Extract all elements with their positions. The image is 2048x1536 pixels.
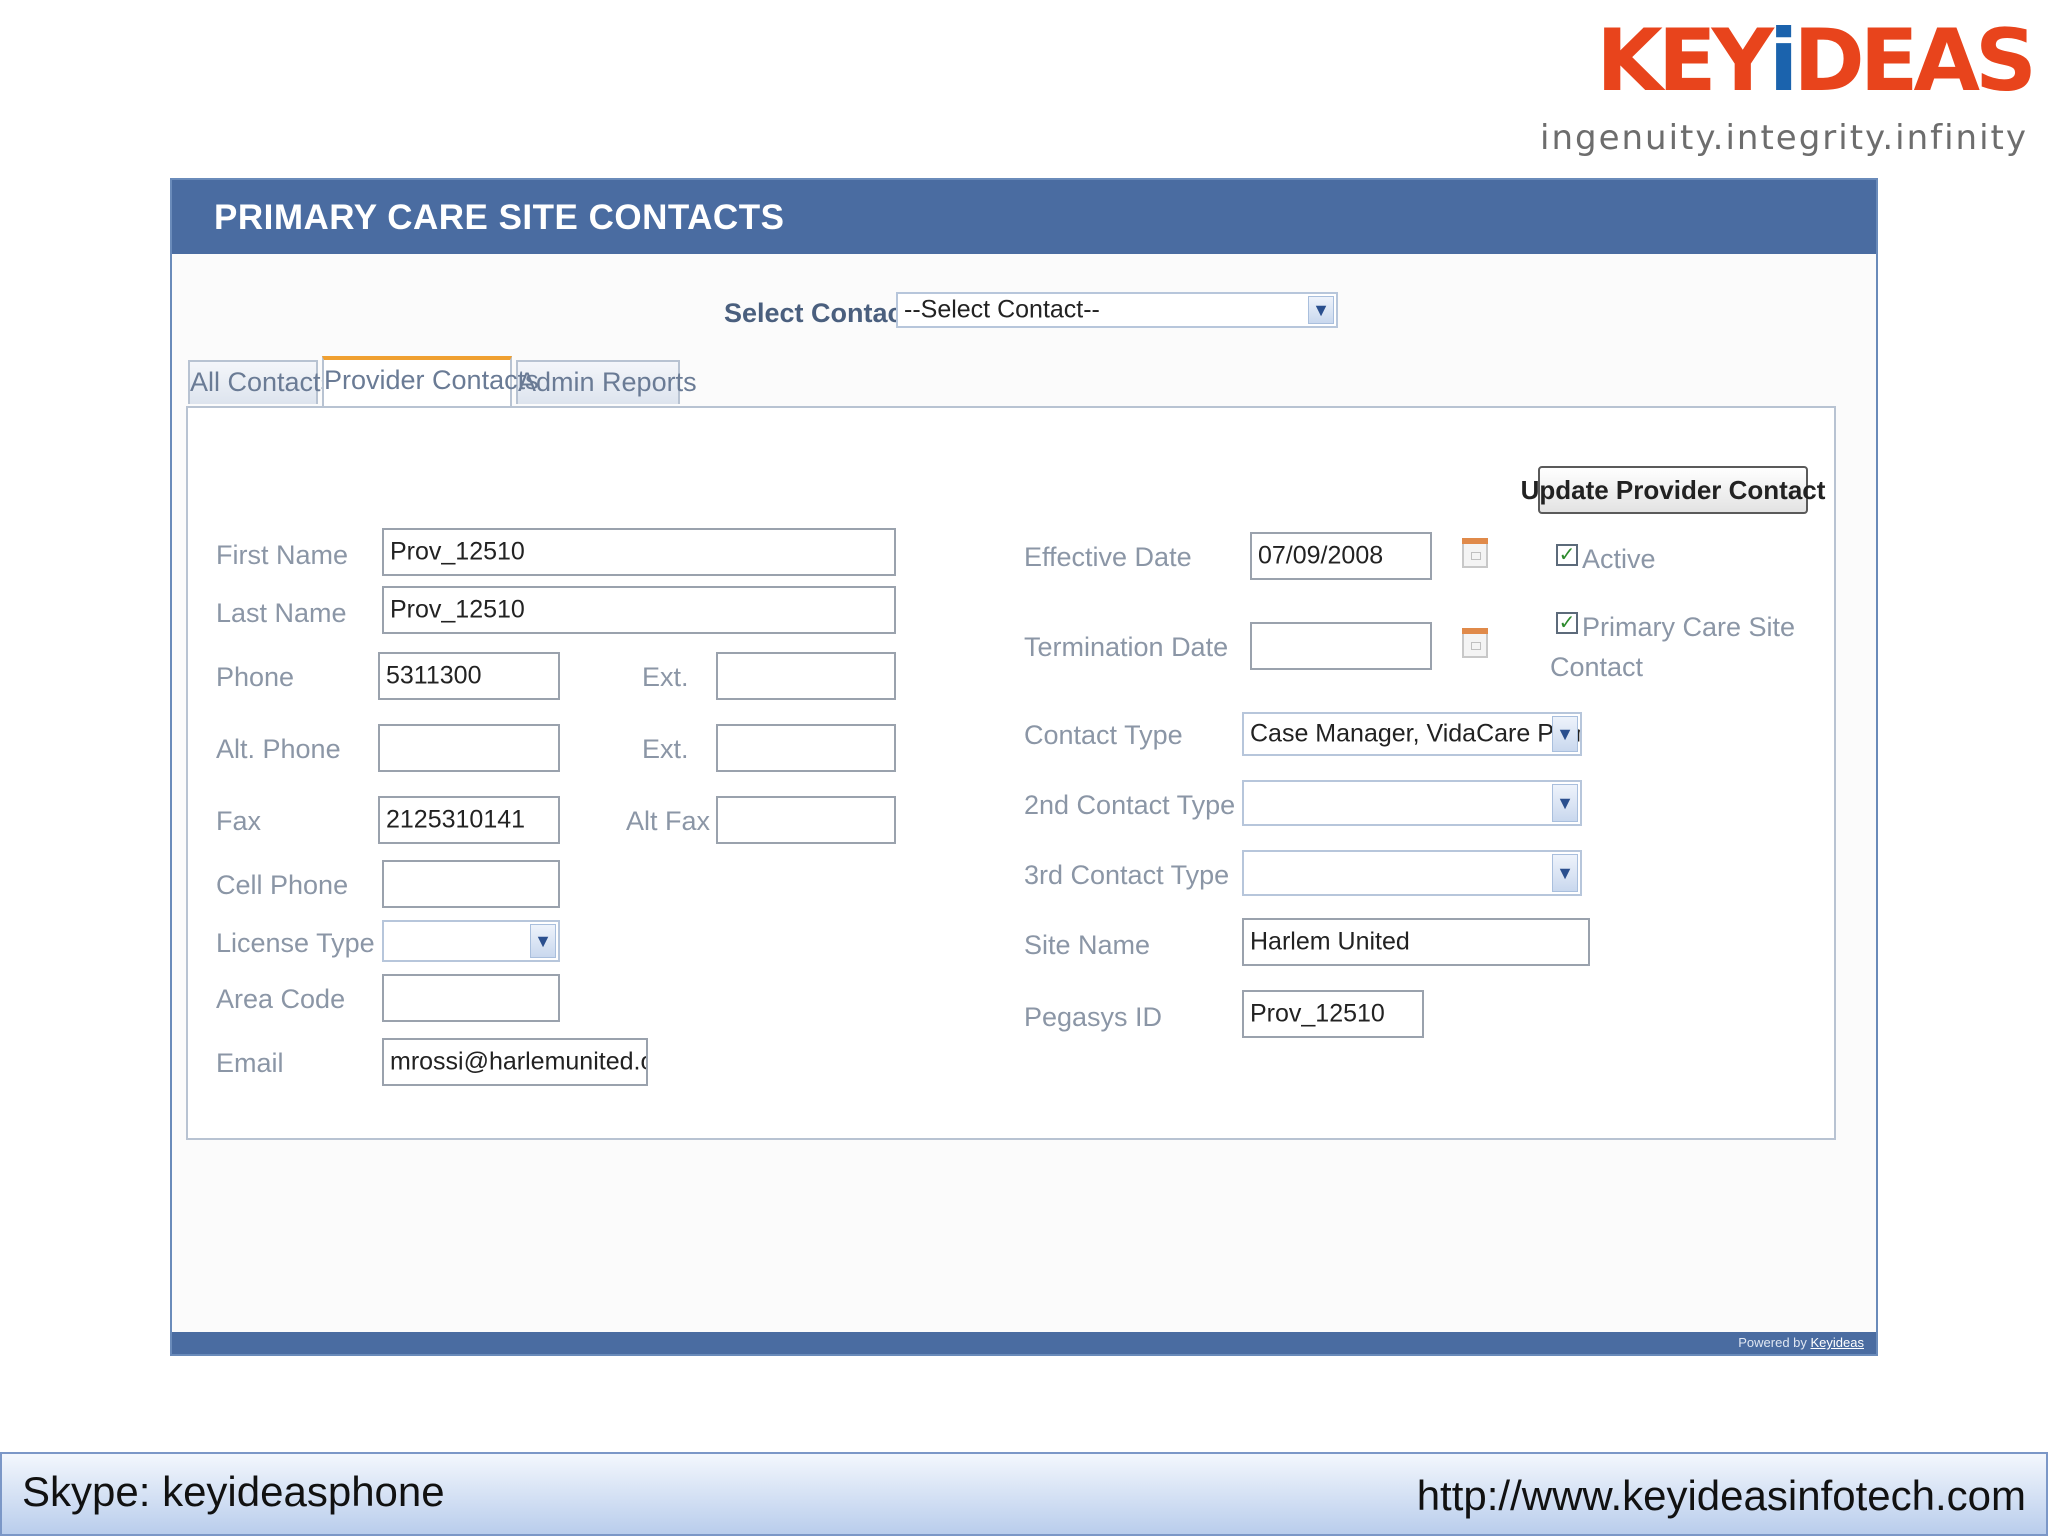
contact-type-dropdown[interactable]: Case Manager, VidaCare Primary ▼ — [1242, 712, 1582, 756]
provider-contacts-panel — [186, 406, 1836, 1140]
license-type-dropdown[interactable]: ▼ — [382, 920, 560, 962]
contact-type-3-label: 3rd Contact Type — [1024, 860, 1230, 890]
select-contact-dropdown[interactable]: --Select Contact-- ▼ — [896, 292, 1338, 328]
primary-care-site-contact-label: Primary Care Site — [1582, 612, 1796, 642]
pegasys-id-label: Pegasys ID — [1024, 1002, 1163, 1032]
skype-contact: Skype: keyideasphone — [22, 1468, 445, 1515]
site-name-label: Site Name — [1024, 930, 1151, 960]
area-code-label: Area Code — [216, 984, 346, 1014]
phone-input[interactable]: 5311300 — [378, 652, 560, 700]
alt-phone-ext-label: Ext. — [642, 734, 689, 764]
contact-type-label: Contact Type — [1024, 720, 1183, 750]
primary-care-site-contact-label-line2: Contact — [1550, 652, 1644, 682]
active-label: Active — [1582, 544, 1656, 574]
window-footer: Powered by Keyideas — [172, 1332, 1876, 1354]
logo-wordmark: KEYiDEAS — [1596, 11, 2037, 111]
chevron-down-icon[interactable]: ▼ — [530, 924, 556, 958]
contact-type-2-label: 2nd Contact Type — [1024, 790, 1236, 820]
chevron-down-icon[interactable]: ▼ — [1552, 784, 1578, 822]
tab-provider-contacts[interactable]: Provider Contacts — [322, 356, 539, 406]
fax-input[interactable]: 2125310141 — [378, 796, 560, 844]
page-title: PRIMARY CARE SITE CONTACTS — [214, 198, 785, 237]
tab-admin-reports[interactable]: Admin Reports — [516, 360, 697, 404]
tab-all-contacts[interactable]: All Contacts — [188, 360, 334, 404]
license-type-label: License Type — [216, 928, 375, 958]
phone-ext-input[interactable] — [716, 652, 896, 700]
calendar-icon[interactable] — [1462, 628, 1488, 658]
area-code-input[interactable] — [382, 974, 560, 1022]
alt-phone-label: Alt. Phone — [216, 734, 341, 764]
alt-phone-input[interactable] — [378, 724, 560, 772]
contact-type-3-dropdown[interactable]: ▼ — [1242, 850, 1582, 896]
logo-tagline: ingenuity.integrity.infinity — [1540, 118, 2028, 158]
first-name-input[interactable]: Prov_12510 — [382, 528, 896, 576]
alt-fax-label: Alt Fax — [626, 806, 711, 836]
first-name-label: First Name — [216, 540, 349, 570]
alt-fax-input[interactable] — [716, 796, 896, 844]
phone-ext-label: Ext. — [642, 662, 689, 692]
select-contact-label: Select Contact — [724, 298, 912, 328]
termination-date-input[interactable] — [1250, 622, 1432, 670]
termination-date-label: Termination Date — [1024, 632, 1229, 662]
email-input[interactable]: mrossi@harlemunited.org — [382, 1038, 648, 1086]
cell-phone-input[interactable] — [382, 860, 560, 908]
chevron-down-icon[interactable]: ▼ — [1552, 716, 1578, 752]
last-name-input[interactable]: Prov_12510 — [382, 586, 896, 634]
site-name-input[interactable]: Harlem United — [1242, 918, 1590, 966]
pegasys-id-input[interactable]: Prov_12510 — [1242, 990, 1424, 1038]
active-checkbox[interactable]: ✓ — [1556, 544, 1578, 566]
chevron-down-icon[interactable]: ▼ — [1308, 296, 1334, 324]
cell-phone-label: Cell Phone — [216, 870, 349, 900]
effective-date-input[interactable]: 07/09/2008 — [1250, 532, 1432, 580]
keyideas-logo: KEYiDEAS ingenuity.integrity.infinity — [1540, 11, 2037, 158]
powered-by: Powered by Keyideas — [1738, 1335, 1864, 1350]
checkmark-icon: ✓ — [1558, 544, 1576, 566]
alt-phone-ext-input[interactable] — [716, 724, 896, 772]
email-label: Email — [216, 1048, 284, 1078]
select-contact-value: --Select Contact-- — [904, 295, 1100, 324]
website-url[interactable]: http://www.keyideasinfotech.com — [1417, 1472, 2026, 1520]
phone-label: Phone — [216, 662, 295, 692]
primary-care-site-contact-checkbox[interactable]: ✓ — [1556, 612, 1578, 634]
contact-type-2-dropdown[interactable]: ▼ — [1242, 780, 1582, 826]
chevron-down-icon[interactable]: ▼ — [1552, 854, 1578, 892]
checkmark-icon: ✓ — [1558, 612, 1576, 634]
contact-footer-bar: Skype: keyideasphone http://www.keyideas… — [0, 1452, 2048, 1536]
window-header: PRIMARY CARE SITE CONTACTS — [172, 180, 1876, 254]
update-provider-contact-button[interactable]: Update Provider Contact — [1521, 466, 1825, 514]
last-name-label: Last Name — [216, 598, 347, 628]
powered-by-link[interactable]: Keyideas — [1811, 1335, 1864, 1350]
calendar-icon[interactable] — [1462, 538, 1488, 568]
fax-label: Fax — [216, 806, 262, 836]
effective-date-label: Effective Date — [1024, 542, 1192, 572]
